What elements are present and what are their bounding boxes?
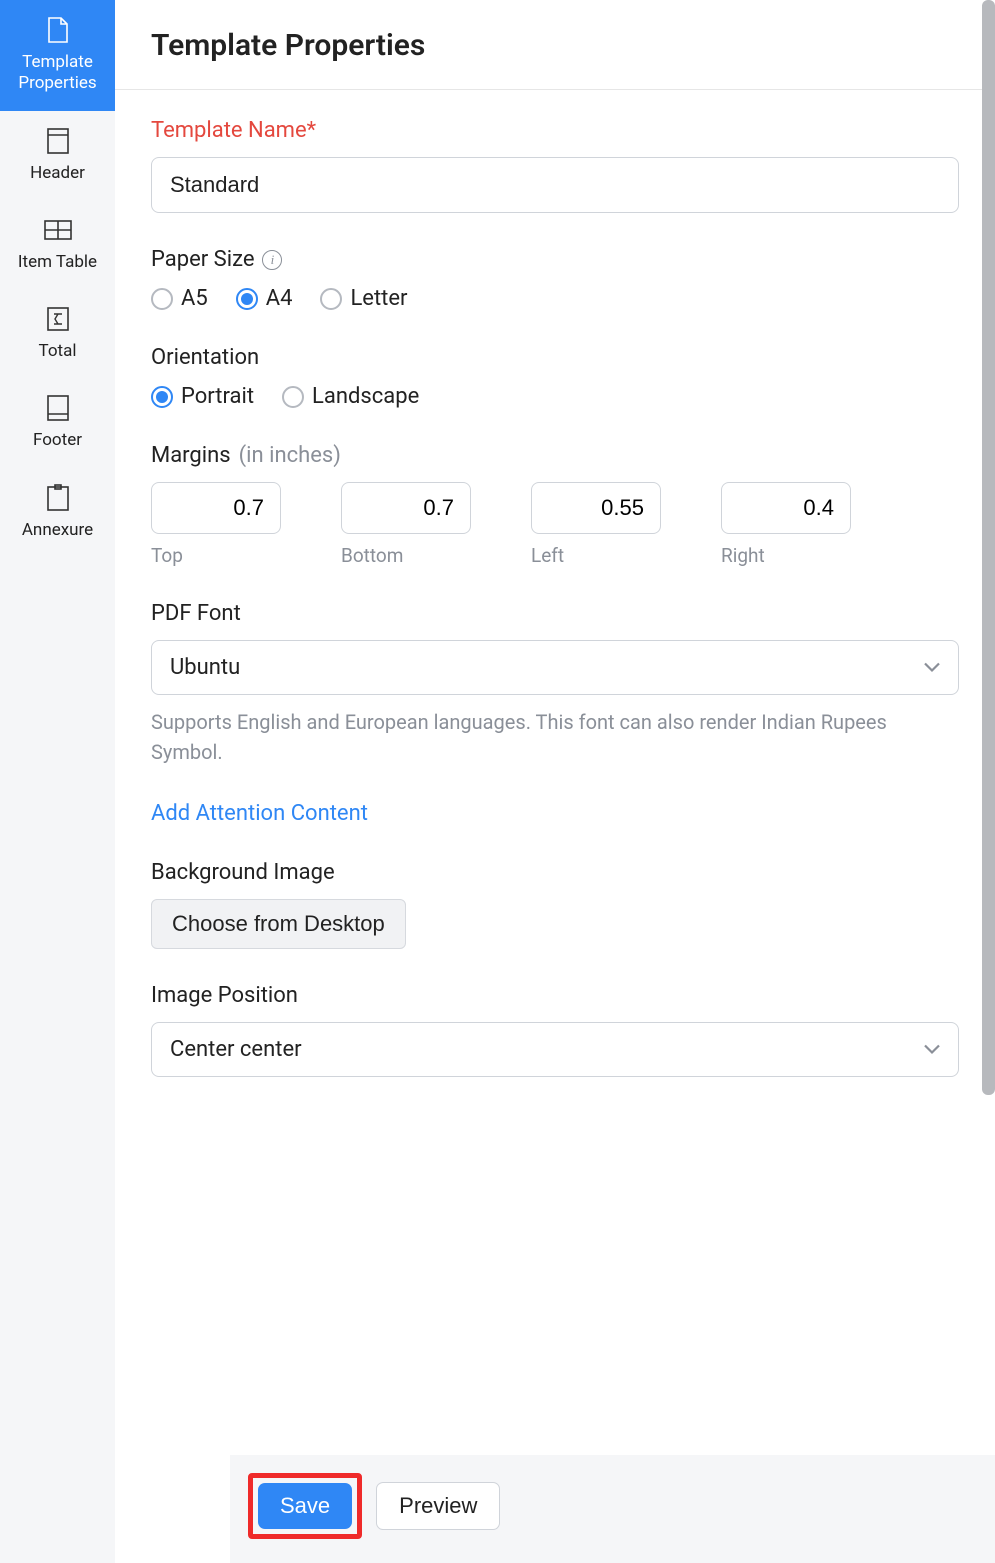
sidebar-item-item-table[interactable]: Item Table	[0, 200, 115, 289]
radio-a4[interactable]: A4	[236, 286, 293, 311]
radio-label: A4	[266, 286, 293, 311]
main-panel: Template Properties Template Name* Paper…	[115, 0, 995, 1563]
footer-bar: Save Preview	[230, 1455, 995, 1563]
margin-bottom-label: Bottom	[341, 544, 471, 567]
background-image-label: Background Image	[151, 860, 959, 885]
annexure-icon	[46, 484, 70, 512]
sidebar-item-label: Footer	[33, 430, 82, 451]
save-highlight: Save	[248, 1473, 362, 1539]
margins-label: Margins (in inches)	[151, 443, 959, 468]
margin-bottom-input[interactable]	[341, 482, 471, 534]
preview-button[interactable]: Preview	[376, 1482, 500, 1530]
sidebar: Template Properties Header Item Table	[0, 0, 115, 1563]
radio-portrait[interactable]: Portrait	[151, 384, 254, 409]
image-position-label: Image Position	[151, 983, 959, 1008]
form-content: Template Name* Paper Size i A5 A4	[115, 90, 995, 1563]
margin-right-input[interactable]	[721, 482, 851, 534]
add-attention-content-link[interactable]: Add Attention Content	[151, 801, 368, 826]
sidebar-item-label: Total	[39, 341, 77, 362]
header-icon	[46, 127, 70, 155]
page-title: Template Properties	[151, 28, 959, 63]
save-button[interactable]: Save	[258, 1483, 352, 1529]
sidebar-item-footer[interactable]: Footer	[0, 378, 115, 467]
radio-landscape[interactable]: Landscape	[282, 384, 419, 409]
radio-icon	[320, 288, 342, 310]
margin-left-label: Left	[531, 544, 661, 567]
sidebar-item-total[interactable]: Total	[0, 289, 115, 378]
image-position-select[interactable]: Center center	[151, 1022, 959, 1077]
sidebar-item-label: Header	[30, 163, 85, 184]
radio-icon	[236, 288, 258, 310]
template-name-input[interactable]	[151, 157, 959, 213]
table-icon	[44, 216, 72, 244]
sidebar-item-template-properties[interactable]: Template Properties	[0, 0, 115, 111]
orientation-label: Orientation	[151, 345, 959, 370]
radio-a5[interactable]: A5	[151, 286, 208, 311]
sidebar-item-annexure[interactable]: Annexure	[0, 468, 115, 557]
radio-label: Letter	[350, 286, 407, 311]
file-icon	[47, 16, 69, 44]
margin-top-label: Top	[151, 544, 281, 567]
orientation-radio-group: Portrait Landscape	[151, 384, 959, 409]
radio-icon	[151, 288, 173, 310]
margin-left-input[interactable]	[531, 482, 661, 534]
sidebar-item-header[interactable]: Header	[0, 111, 115, 200]
pdf-font-label: PDF Font	[151, 601, 959, 626]
radio-label: Landscape	[312, 384, 419, 409]
scrollbar[interactable]	[982, 0, 995, 1095]
radio-icon	[282, 386, 304, 408]
pdf-font-help: Supports English and European languages.…	[151, 707, 959, 767]
choose-from-desktop-button[interactable]: Choose from Desktop	[151, 899, 406, 949]
radio-letter[interactable]: Letter	[320, 286, 407, 311]
sidebar-item-label: Annexure	[22, 520, 93, 541]
pdf-font-select[interactable]: Ubuntu	[151, 640, 959, 695]
margin-top-input[interactable]	[151, 482, 281, 534]
template-name-label: Template Name*	[151, 118, 959, 143]
sigma-icon	[46, 305, 70, 333]
radio-label: Portrait	[181, 384, 254, 409]
paper-size-radio-group: A5 A4 Letter	[151, 286, 959, 311]
margin-right-label: Right	[721, 544, 851, 567]
radio-icon	[151, 386, 173, 408]
footer-icon	[46, 394, 70, 422]
sidebar-item-label: Item Table	[18, 252, 97, 273]
paper-size-label: Paper Size i	[151, 247, 959, 272]
radio-label: A5	[181, 286, 208, 311]
main-header: Template Properties	[115, 0, 995, 90]
sidebar-item-label: Template Properties	[18, 52, 96, 95]
info-icon[interactable]: i	[262, 250, 282, 270]
